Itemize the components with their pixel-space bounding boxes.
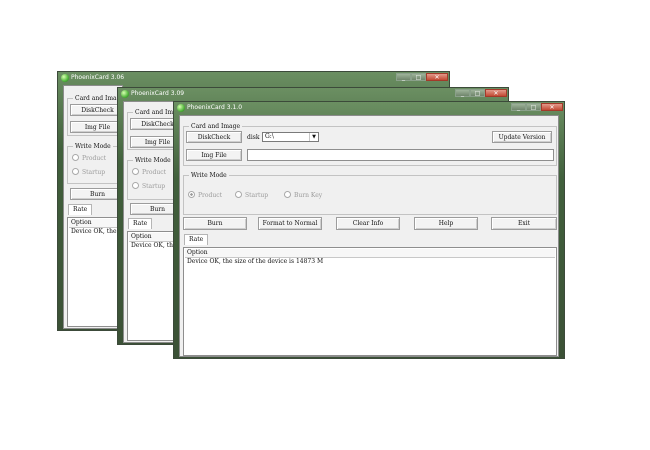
maximize-button[interactable]: □ (526, 103, 541, 111)
tab-rate[interactable]: Rate (184, 234, 208, 245)
product-radio-label: Product (198, 192, 222, 199)
radio-dot (132, 168, 139, 175)
log-line: Device OK, the (131, 242, 177, 249)
phoenixcard-310-window[interactable]: PhoenixCard 3.1.0 _ □ ✕ Card and Image D… (173, 101, 565, 359)
write-mode-label: Write Mode (73, 143, 113, 150)
write-mode-label: Write Mode (133, 157, 173, 164)
help-button[interactable]: Help (414, 217, 478, 230)
app-icon (121, 90, 129, 98)
minimize-button[interactable]: _ (455, 89, 470, 97)
maximize-button[interactable]: □ (470, 89, 485, 97)
card-and-image-label: Card and Image (189, 123, 243, 130)
log-line: Device OK, the size of the device is 148… (187, 258, 324, 265)
window-title: PhoenixCard 3.1.0 (187, 104, 243, 111)
img-file-path-field[interactable] (247, 149, 554, 161)
radio-dot (132, 182, 139, 189)
startup-radio[interactable]: Startup (235, 191, 268, 199)
tab-rate[interactable]: Rate (128, 218, 152, 229)
startup-radio-label: Startup (245, 192, 269, 199)
log-panel: Option Device OK, the size of the device… (183, 247, 557, 356)
radio-dot (72, 154, 79, 161)
option-column-header: Option (185, 249, 555, 258)
radio-dot (188, 191, 195, 198)
product-radio-label: Product (142, 169, 166, 176)
write-mode-label: Write Mode (189, 172, 229, 179)
app-icon (61, 74, 69, 82)
chevron-down-icon[interactable]: ▼ (309, 133, 318, 141)
disk-select[interactable]: G:\ ▼ (262, 132, 319, 142)
radio-dot (72, 168, 79, 175)
close-button[interactable]: ✕ (541, 103, 563, 111)
title-bar[interactable]: PhoenixCard 3.06 _ □ ✕ (58, 72, 449, 84)
startup-radio[interactable]: Startup (132, 182, 165, 190)
product-radio[interactable]: Product (132, 168, 166, 176)
title-bar[interactable]: PhoenixCard 3.09 _ □ ✕ (118, 88, 508, 100)
burn-key-radio-label: Burn Key (294, 192, 323, 199)
radio-dot (235, 191, 242, 198)
update-version-button[interactable]: Update Version (492, 131, 552, 143)
app-icon (177, 104, 185, 112)
disk-select-value: G:\ (265, 133, 274, 140)
exit-button[interactable]: Exit (491, 217, 557, 230)
clear-info-button[interactable]: Clear Info (336, 217, 400, 230)
window-client-area: Card and Image DiskCheck Img File Write … (63, 85, 127, 329)
img-file-button[interactable]: Img File (186, 149, 242, 161)
window-title: PhoenixCard 3.06 (71, 74, 125, 81)
startup-radio[interactable]: Startup (72, 168, 105, 176)
minimize-button[interactable]: _ (396, 73, 411, 81)
tab-rate[interactable]: Rate (68, 204, 92, 215)
window-client-area: Card and Image DiskCheck disk G:\ ▼ Upda… (179, 115, 559, 357)
disk-label: disk (247, 134, 260, 141)
minimize-button[interactable]: _ (511, 103, 526, 111)
burn-button[interactable]: Burn (183, 217, 247, 230)
radio-dot (284, 191, 291, 198)
window-title: PhoenixCard 3.09 (131, 90, 185, 97)
close-button[interactable]: ✕ (426, 73, 448, 81)
product-radio[interactable]: Product (72, 154, 106, 162)
burn-key-radio[interactable]: Burn Key (284, 191, 322, 199)
format-to-normal-button[interactable]: Format to Normal (258, 217, 322, 230)
diskcheck-button[interactable]: DiskCheck (186, 131, 242, 143)
product-radio[interactable]: Product (188, 191, 222, 199)
startup-radio-label: Startup (142, 183, 166, 190)
maximize-button[interactable]: □ (411, 73, 426, 81)
product-radio-label: Product (82, 155, 106, 162)
title-bar[interactable]: PhoenixCard 3.1.0 _ □ ✕ (174, 102, 564, 114)
close-button[interactable]: ✕ (485, 89, 507, 97)
log-line: Device OK, the (71, 228, 117, 235)
startup-radio-label: Startup (82, 169, 106, 176)
